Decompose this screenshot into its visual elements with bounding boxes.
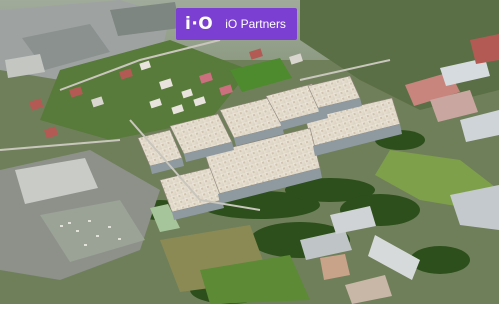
io-logo-icon: i·O — [185, 13, 214, 34]
photo-frame: i·O iO Partners — [0, 0, 499, 312]
brand-name: iO Partners — [225, 17, 286, 31]
aerial-photo — [0, 0, 499, 312]
bottom-border — [0, 304, 499, 312]
brand-badge: i·O iO Partners — [176, 8, 297, 40]
